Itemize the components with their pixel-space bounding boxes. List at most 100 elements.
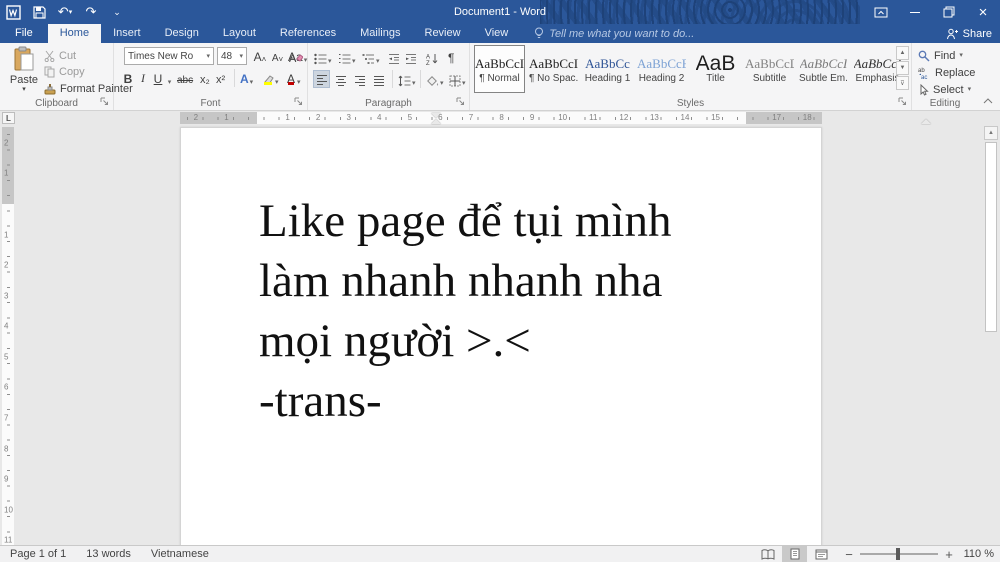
ruler-number: 1 [285,113,290,122]
line-spacing-button[interactable]: ▾ [398,70,416,88]
close-button[interactable]: × [966,0,1000,24]
show-paragraph-marks-button[interactable]: ¶ [448,48,454,66]
zoom-slider[interactable] [860,548,938,560]
tell-me-box[interactable]: Tell me what you want to do... [534,24,694,43]
style-normal[interactable]: AaBbCcI ¶ Normal [474,45,525,93]
scroll-up-icon[interactable]: ▲ [984,126,998,140]
ruler-number: 11 [4,535,13,545]
tab-references[interactable]: References [268,24,348,43]
minimize-button[interactable] [898,0,932,24]
restore-button[interactable] [932,0,966,24]
ruler-number: 3 [346,113,351,122]
align-right-button[interactable] [351,70,368,88]
paragraph-dialog-launcher-icon[interactable] [456,97,466,107]
style-subtitle[interactable]: AaBbCcD Subtitle [744,45,795,93]
replace-button[interactable]: ab ac Replace [918,65,975,80]
ruler-number: 8 [4,444,9,454]
read-mode-button[interactable] [755,546,780,562]
italic-button[interactable]: I [138,69,148,87]
style-heading-2[interactable]: AaBbCcE Heading 2 [636,45,687,93]
styles-dialog-launcher-icon[interactable] [898,97,908,107]
subscript-button[interactable]: x₂ [200,69,210,87]
font-size-value: 48 [221,50,233,62]
increase-indent-button[interactable] [405,48,417,66]
ribbon-tab-row: File Home Insert Design Layout References Mai… [0,24,1000,43]
tab-stop-selector[interactable]: L [2,112,15,124]
font-size-select[interactable]: 48 ▾ [217,47,247,65]
word-count[interactable]: 13 words [76,548,141,560]
page-indicator[interactable]: Page 1 of 1 [0,548,76,560]
align-left-button[interactable] [313,70,330,88]
styles-more-icon[interactable]: ⊽ [896,76,909,90]
group-styles: AaBbCcI¶ NormalAaBbCcI¶ No Spac...AaBbCc… [470,43,912,110]
underline-options-button[interactable]: ▾ [164,69,174,87]
language-indicator[interactable]: Vietnamese [141,548,219,560]
styles-scroll-up-icon[interactable]: ▲ [896,46,909,60]
ribbon-display-options-button[interactable] [864,0,898,24]
text-effects-button[interactable]: A ▾ [240,69,253,87]
shading-button[interactable]: ▾ [426,70,444,88]
highlight-color-button[interactable]: ▾ [262,69,279,87]
collapse-ribbon-button[interactable] [980,94,996,108]
web-layout-button[interactable] [809,546,834,562]
font-dialog-launcher-icon[interactable] [294,97,304,107]
borders-button[interactable]: ▾ [449,70,466,88]
font-name-select[interactable]: Times New Ro ▾ [124,47,214,65]
tab-view[interactable]: View [473,24,521,43]
ruler-number: 2 [4,260,9,270]
select-button[interactable]: Select ▾ [918,82,971,97]
print-layout-icon [790,548,799,560]
style-title[interactable]: AaB Title [690,45,741,93]
justify-button[interactable] [370,70,387,88]
sort-button[interactable]: AZ [426,48,439,66]
tab-home[interactable]: Home [47,24,102,43]
tab-mailings[interactable]: Mailings [348,24,412,43]
numbering-button[interactable]: ▾ [338,48,356,66]
line-spacing-icon [398,75,411,87]
clipboard-group-label: Clipboard [35,98,78,109]
scrollbar-thumb[interactable] [985,142,997,332]
style-heading-1[interactable]: AaBbCc Heading 1 [582,45,633,93]
sort-icon: AZ [426,54,438,65]
copy-button[interactable]: Copy [44,64,85,79]
multilevel-list-button[interactable]: ▾ [362,48,380,66]
clear-formatting-button[interactable]: A [289,47,303,65]
bullets-button[interactable]: ▾ [314,48,332,66]
shrink-font-button[interactable]: A ˅ [270,47,285,65]
share-button[interactable]: Share [946,24,992,43]
font-color-button[interactable]: A ▾ [286,69,301,87]
tab-review[interactable]: Review [413,24,473,43]
tab-insert[interactable]: Insert [101,24,153,43]
style-no-spac[interactable]: AaBbCcI¶ No Spac... [528,45,579,93]
zoom-level[interactable]: 110 % [956,548,994,560]
paste-button[interactable]: Paste ▾ [6,46,42,104]
align-center-button[interactable] [332,70,349,88]
grow-font-button[interactable]: A ˄ [252,47,268,65]
tab-file[interactable]: File [0,24,48,43]
zoom-out-button[interactable]: − [844,547,854,562]
document-text[interactable]: Like page để tụi mình làm nhanh nhanh nh… [259,191,671,431]
group-paragraph: ▾ ▾ ▾ AZ ¶ ▾ ▾ ▾ Paragraph [308,43,470,110]
ruler-number: 5 [407,113,413,122]
styles-scroll-down-icon[interactable]: ▼ [896,61,909,75]
tab-layout[interactable]: Layout [211,24,268,43]
group-editing: Find ▾ ab ac Replace Select ▾ Editing [912,43,978,110]
ruler-number: 4 [4,321,9,331]
ribbon: Paste ▾ Cut Copy Format Painter Clipboar… [0,43,1000,111]
decrease-indent-button[interactable] [388,48,400,66]
right-indent-marker[interactable] [921,119,931,124]
underline-button[interactable]: U [152,69,164,87]
cut-button[interactable]: Cut [44,48,76,63]
superscript-button[interactable]: x² [216,69,225,87]
style-subtle-em[interactable]: AaBbCcISubtle Em... [798,45,849,93]
zoom-slider-thumb[interactable] [896,548,900,560]
find-button[interactable]: Find ▾ [918,48,963,63]
tab-design[interactable]: Design [153,24,211,43]
highlight-color-bar [264,82,272,85]
bold-button[interactable]: B [122,69,134,87]
print-layout-button[interactable] [782,546,807,562]
clipboard-dialog-launcher-icon[interactable] [100,97,110,107]
document-page[interactable]: Like page để tụi mình làm nhanh nhanh nh… [180,127,822,545]
zoom-in-button[interactable]: + [944,547,954,562]
strikethrough-button[interactable]: abc [177,69,193,87]
